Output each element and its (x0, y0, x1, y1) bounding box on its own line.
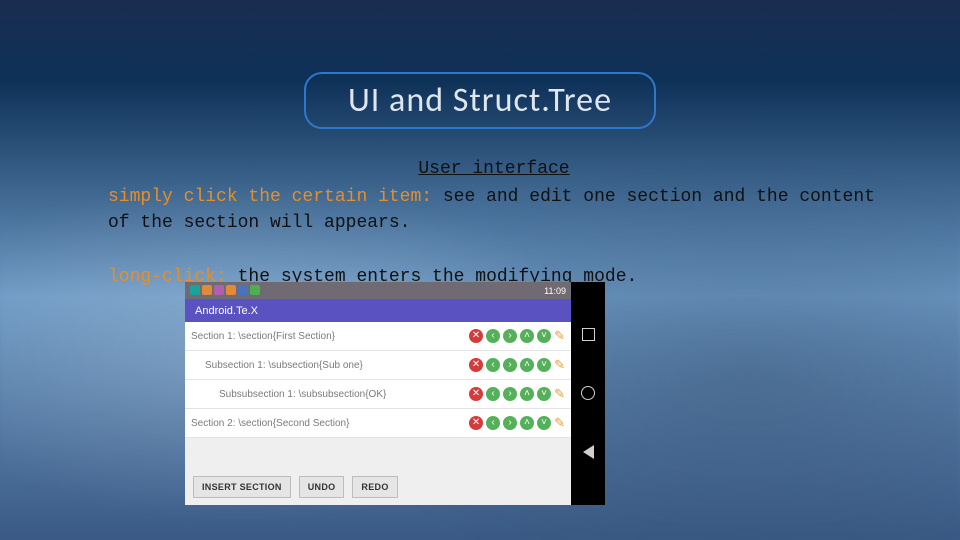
list-item[interactable]: Subsection 1: \subsection{Sub one} ✕ ‹ ›… (185, 351, 571, 380)
content-block: User interface simply click the certain … (108, 156, 880, 290)
pencil-icon[interactable]: ✎ (554, 386, 565, 402)
android-navbar (571, 282, 605, 505)
up-icon[interactable]: ˄ (520, 358, 534, 372)
redo-button[interactable]: REDO (352, 476, 397, 498)
right-icon[interactable]: › (503, 416, 517, 430)
delete-icon[interactable]: ✕ (469, 416, 483, 430)
down-icon[interactable]: ˅ (537, 416, 551, 430)
list-item-label: Section 1: \section{First Section} (191, 331, 469, 342)
status-time: 11:09 (544, 286, 566, 296)
subhead: User interface (108, 156, 880, 182)
undo-button[interactable]: UNDO (299, 476, 345, 498)
delete-icon[interactable]: ✕ (469, 358, 483, 372)
list-item[interactable]: Subsubsection 1: \subsubsection{OK} ✕ ‹ … (185, 380, 571, 409)
nav-home-icon[interactable] (581, 386, 595, 400)
phone-mock: 11:09 Android.Te.X Section 1: \section{F… (185, 282, 605, 505)
left-icon[interactable]: ‹ (486, 329, 500, 343)
right-icon[interactable]: › (503, 329, 517, 343)
insert-section-button[interactable]: INSERT SECTION (193, 476, 291, 498)
pencil-icon[interactable]: ✎ (554, 357, 565, 373)
down-icon[interactable]: ˅ (537, 358, 551, 372)
up-icon[interactable]: ˄ (520, 416, 534, 430)
list-item-label: Subsection 1: \subsection{Sub one} (191, 360, 469, 371)
status-icons-left (190, 285, 262, 297)
section-list: Section 1: \section{First Section} ✕ ‹ ›… (185, 322, 571, 469)
delete-icon[interactable]: ✕ (469, 329, 483, 343)
left-icon[interactable]: ‹ (486, 416, 500, 430)
right-icon[interactable]: › (503, 387, 517, 401)
delete-icon[interactable]: ✕ (469, 387, 483, 401)
up-icon[interactable]: ˄ (520, 329, 534, 343)
pencil-icon[interactable]: ✎ (554, 415, 565, 431)
left-icon[interactable]: ‹ (486, 387, 500, 401)
left-icon[interactable]: ‹ (486, 358, 500, 372)
right-icon[interactable]: › (503, 358, 517, 372)
nav-recent-icon[interactable] (582, 328, 595, 341)
down-icon[interactable]: ˅ (537, 387, 551, 401)
pencil-icon[interactable]: ✎ (554, 328, 565, 344)
simply-lead: simply click the certain item: (108, 187, 432, 207)
status-bar: 11:09 (185, 282, 571, 299)
list-item-label: Subsubsection 1: \subsubsection{OK} (191, 389, 469, 400)
list-item[interactable]: Section 1: \section{First Section} ✕ ‹ ›… (185, 322, 571, 351)
phone-screen: 11:09 Android.Te.X Section 1: \section{F… (185, 282, 571, 505)
para-simply: simply click the certain item: see and e… (108, 184, 880, 236)
list-item[interactable]: Section 2: \section{Second Section} ✕ ‹ … (185, 409, 571, 438)
slide-title: UI and Struct.Tree (304, 72, 656, 129)
list-item-label: Section 2: \section{Second Section} (191, 418, 469, 429)
down-icon[interactable]: ˅ (537, 329, 551, 343)
app-bar: Android.Te.X (185, 299, 571, 322)
button-bar: INSERT SECTION UNDO REDO (185, 469, 571, 505)
up-icon[interactable]: ˄ (520, 387, 534, 401)
nav-back-icon[interactable] (583, 445, 594, 459)
